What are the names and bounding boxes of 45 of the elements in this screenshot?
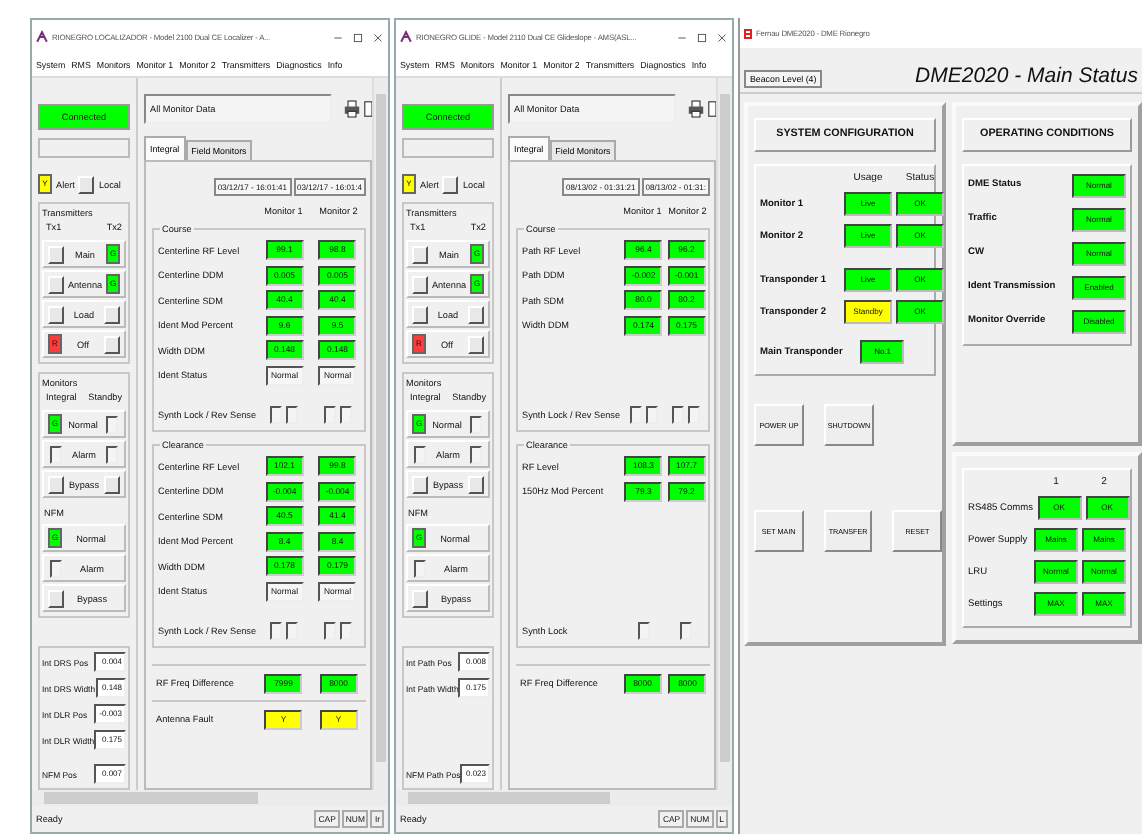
toggle-button[interactable] [48, 475, 64, 493]
message-box [38, 138, 130, 158]
indicator-box [106, 415, 118, 433]
horizontal-scrollbar[interactable] [396, 790, 732, 806]
indicator-box [637, 622, 650, 641]
indicator-box [688, 406, 701, 425]
app-icon [400, 30, 412, 44]
app-icon [36, 30, 48, 44]
maximize-icon[interactable] [352, 31, 364, 43]
toggle-button[interactable] [468, 475, 484, 493]
indicator-box [645, 406, 658, 425]
indicator-box [50, 559, 62, 577]
local-button[interactable] [78, 175, 95, 193]
local-button[interactable] [442, 175, 459, 193]
indicator-box [286, 622, 299, 641]
indicator-box [106, 445, 118, 463]
indicator-box [629, 406, 642, 425]
toggle-button[interactable] [48, 589, 64, 607]
toggle-button[interactable] [104, 475, 120, 493]
indicator-box [50, 445, 62, 463]
horizontal-scrollbar[interactable] [32, 790, 388, 806]
toggle-button[interactable] [412, 589, 428, 607]
close-icon[interactable] [716, 31, 728, 43]
printer-icon[interactable] [688, 100, 704, 118]
indicator-box [414, 445, 426, 463]
toggle-button[interactable] [412, 475, 428, 493]
indicator-box [270, 622, 283, 641]
indicator-box [339, 622, 352, 641]
indicator-box [680, 622, 693, 641]
indicator-box [339, 406, 352, 425]
maximize-icon[interactable] [696, 31, 708, 43]
indicator-box [323, 622, 336, 641]
indicator-box [470, 415, 482, 433]
indicator-box [414, 559, 426, 577]
indicator-box [470, 445, 482, 463]
indicator-box [323, 406, 336, 425]
close-icon[interactable] [372, 31, 384, 43]
indicator-box [270, 406, 283, 425]
message-box [402, 138, 494, 158]
vertical-scrollbar[interactable] [716, 78, 732, 790]
page-heading: DME2020 - Main Status [915, 64, 1138, 88]
vertical-scrollbar[interactable] [372, 78, 388, 790]
indicator-box [286, 406, 299, 425]
indicator-box [672, 406, 685, 425]
printer-icon[interactable] [344, 100, 360, 118]
